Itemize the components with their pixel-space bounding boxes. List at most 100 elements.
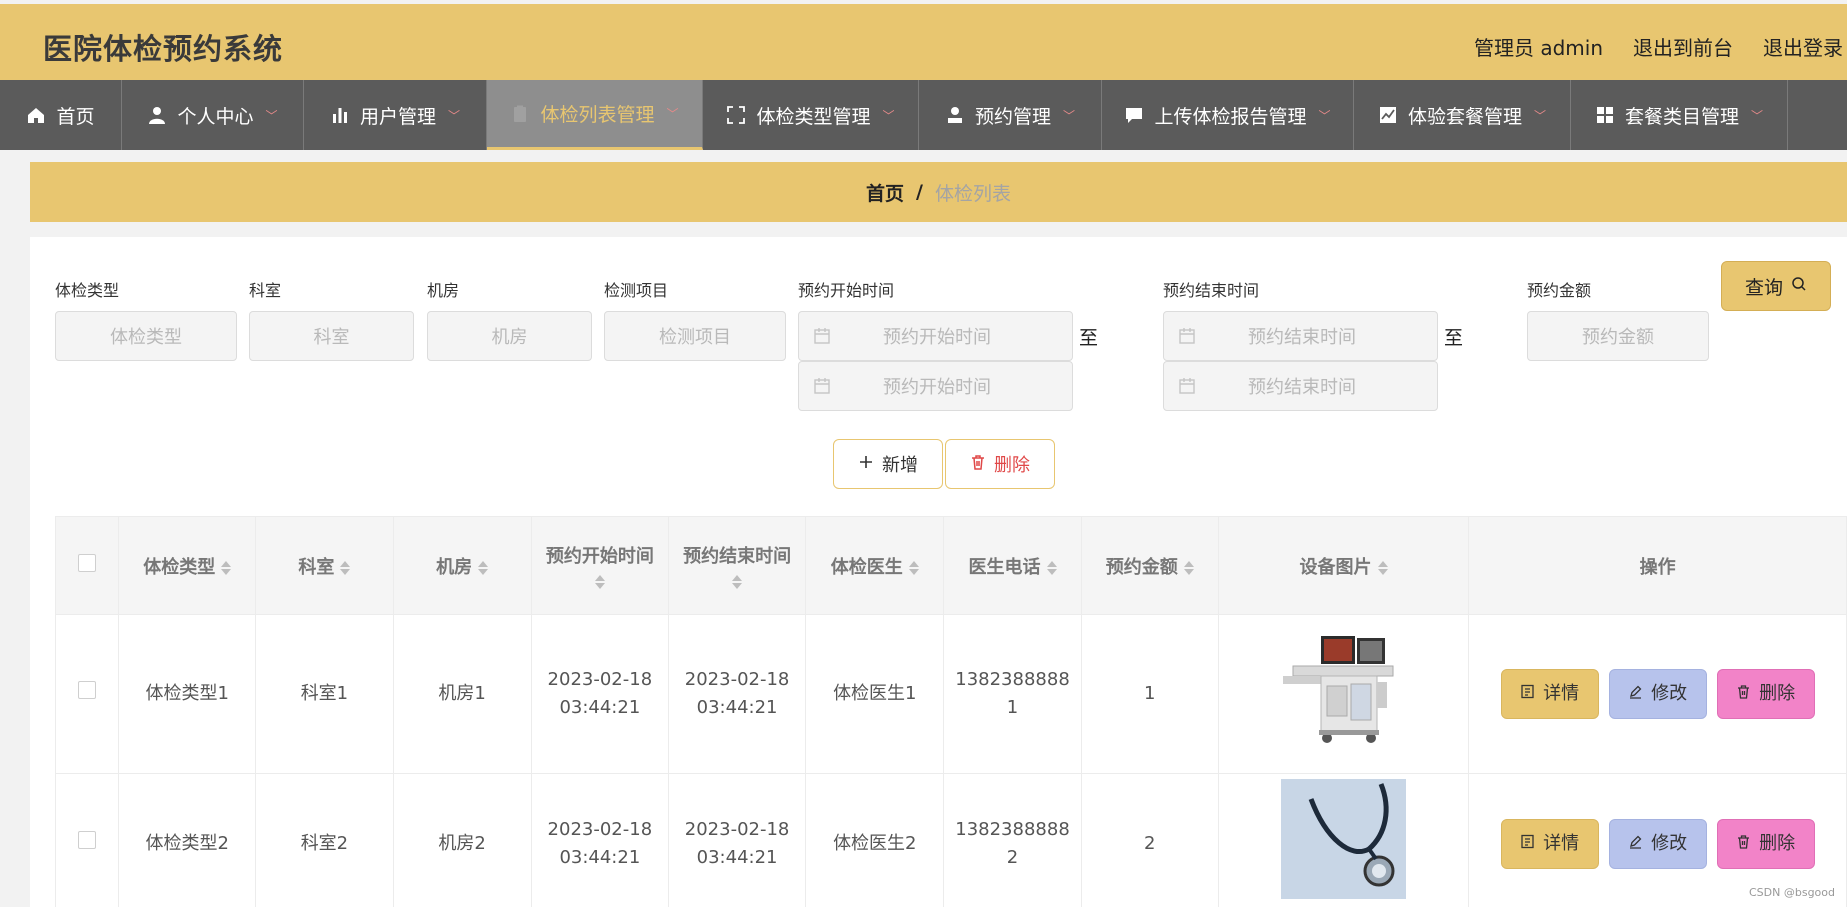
col-header-dept[interactable]: 科室 [255,516,394,615]
cell-start-time: 2023-02-18 03:44:21 [530,773,669,907]
cell-phone: 1382388888 1 [943,614,1082,774]
logout-link[interactable]: 退出登录 [1763,32,1843,61]
detail-button[interactable]: 详情 [1500,818,1599,869]
nav-package-category-management[interactable]: 套餐类目管理 ﹀ [1571,80,1788,150]
sort-icon[interactable] [1046,560,1057,575]
sort-icon[interactable] [1183,560,1194,575]
row-select-cell [54,614,120,774]
sort-icon[interactable] [478,560,489,575]
nav-home[interactable]: 首页 [0,80,122,150]
add-button[interactable]: 新增 [833,439,943,489]
row-checkbox[interactable] [78,681,97,699]
dept-label: 科室 [249,281,282,300]
sort-icon[interactable] [732,575,743,589]
top-header: 医院体检预约系统 管理员 admin 退出到前台 退出登录 [0,4,1847,80]
col-header-doctor[interactable]: 体检医生 [805,516,945,615]
calendar-icon [813,377,831,395]
col-header-type[interactable]: 体检类型 [118,516,257,615]
trash-icon [1736,830,1751,858]
end-time-from-placeholder: 预约结束时间 [1248,327,1356,348]
col-header-phone[interactable]: 医生电话 [943,516,1082,615]
sort-icon[interactable] [594,575,605,589]
nav-appointment-management[interactable]: 预约管理 ﹀ [919,80,1102,150]
table-header-row: 体检类型 科室 机房 预约开始时间 预约结束时间 体检医生 医生电话 预约金额 … [54,516,1847,615]
nav-package-management[interactable]: 体验套餐管理 ﹀ [1354,80,1571,150]
chevron-down-icon: ﹀ [882,108,895,123]
header-user-menu: 管理员 admin 退出到前台 退出登录 [1474,32,1843,61]
select-all-checkbox[interactable] [78,554,97,572]
fullscreen-icon [726,105,746,125]
room-input[interactable]: 机房 [427,311,592,361]
batch-delete-button[interactable]: 删除 [945,439,1055,489]
start-time-from-placeholder: 预约开始时间 [883,327,991,348]
sort-icon[interactable] [908,560,919,575]
item-input[interactable]: 检测项目 [604,311,786,361]
edit-button[interactable]: 修改 [1608,669,1707,719]
exam-table: 体检类型 科室 机房 预约开始时间 预约结束时间 体检医生 医生电话 预约金额 … [54,516,1847,907]
start-range-to: 至 [1079,327,1099,349]
cell-phone: 1382388888 2 [943,773,1082,907]
stethoscope-image[interactable] [1281,779,1407,907]
cell-amount: 2 [1080,773,1219,907]
cell-dept: 科室1 [255,614,394,774]
sort-icon[interactable] [221,560,232,575]
breadcrumb-separator: / [916,181,923,203]
ultrasound-machine-image[interactable] [1281,630,1406,759]
trash-icon [1736,680,1751,708]
end-time-from-input[interactable]: 预约结束时间 [1163,311,1438,361]
col-header-start-time[interactable]: 预约开始时间 [530,516,669,615]
line-chart-icon [1378,105,1398,125]
person-icon [945,105,965,125]
cell-image [1217,614,1470,774]
edit-button[interactable]: 修改 [1608,818,1707,869]
cell-type: 体检类型2 [118,773,257,907]
main-panel: 体检类型 体检类型 科室 科室 机房 机房 检测项目 检测项目 预约开始时间 预… [30,237,1847,907]
room-label: 机房 [427,281,460,300]
admin-label[interactable]: 管理员 admin [1474,32,1603,61]
delete-button[interactable]: 删除 [1716,818,1815,869]
bar-chart-icon [330,105,350,125]
col-header-image[interactable]: 设备图片 [1217,516,1470,615]
dept-input[interactable]: 科室 [249,311,414,361]
start-time-to-input[interactable]: 预约开始时间 [798,361,1073,411]
amount-label: 预约金额 [1527,281,1592,300]
start-time-from-input[interactable]: 预约开始时间 [798,311,1073,361]
table-actions: 新增 删除 [833,439,1055,489]
chevron-down-icon: ﹀ [1751,108,1764,123]
query-button[interactable]: 查询 [1721,261,1831,311]
col-header-end-time[interactable]: 预约结束时间 [667,516,807,615]
delete-button[interactable]: 删除 [1716,669,1815,719]
cell-amount: 1 [1080,614,1219,774]
front-link[interactable]: 退出到前台 [1633,32,1733,61]
end-time-to-input[interactable]: 预约结束时间 [1163,361,1438,411]
document-icon [1520,830,1535,858]
sort-icon[interactable] [340,560,351,575]
row-checkbox[interactable] [78,830,97,849]
col-header-amount[interactable]: 预约金额 [1080,516,1219,615]
calendar-icon [1178,377,1196,395]
nav-user-management[interactable]: 用户管理 ﹀ [304,80,487,150]
pencil-icon [1628,680,1643,708]
nav-upload-report-management[interactable]: 上传体检报告管理 ﹀ [1102,80,1354,150]
nav-exam-type-management[interactable]: 体检类型管理 ﹀ [703,80,919,150]
nav-label: 套餐类目管理 [1624,105,1739,128]
chevron-down-icon: ﹀ [448,108,461,123]
plus-icon [858,454,874,475]
breadcrumb-home[interactable]: 首页 [866,179,904,206]
type-input[interactable]: 体检类型 [55,311,237,361]
item-label: 检测项目 [604,281,669,300]
amount-input[interactable]: 预约金额 [1527,311,1709,361]
end-range-to: 至 [1444,327,1464,349]
search-icon [1791,275,1807,297]
nav-personal-center[interactable]: 个人中心 ﹀ [122,80,304,150]
sort-icon[interactable] [1377,560,1388,575]
detail-button[interactable]: 详情 [1500,669,1599,719]
grid-icon [1595,105,1615,125]
cell-room: 机房2 [392,773,532,907]
nav-exam-list-management[interactable]: 体检列表管理 ﹀ [487,80,703,150]
cell-room: 机房1 [392,614,532,774]
user-icon [147,105,167,125]
cell-type: 体检类型1 [118,614,257,774]
col-header-room[interactable]: 机房 [392,516,532,615]
nav-label: 体检列表管理 [540,104,655,126]
